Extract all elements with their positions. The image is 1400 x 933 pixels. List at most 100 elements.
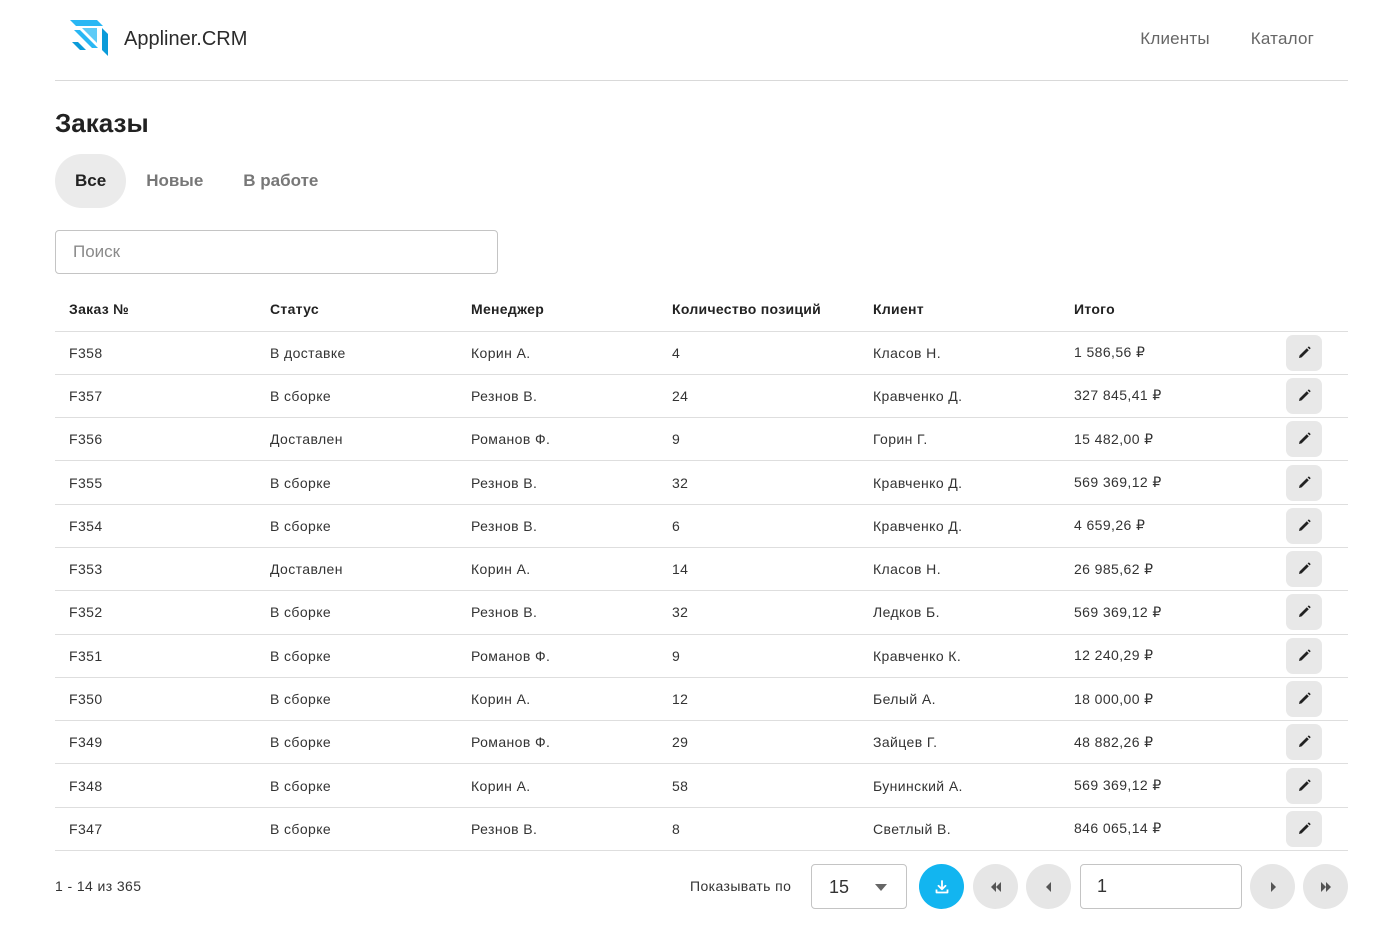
cell-order-number: F351 (55, 634, 256, 678)
cell-client: Зайцев Г. (859, 720, 1060, 765)
edit-button[interactable] (1286, 464, 1322, 501)
edit-button[interactable] (1286, 377, 1322, 414)
table-row[interactable]: F355 В сборке Резнов В. 32 Кравченко Д. 569 3… (55, 460, 1348, 505)
cell-order-number: F349 (55, 720, 256, 765)
cell-client: Белый А. (859, 677, 1060, 722)
table-row[interactable]: F347 В сборке Резнов В. 8 Светлый В. 846 065,… (55, 807, 1348, 852)
edit-button[interactable] (1286, 551, 1322, 588)
tab-new[interactable]: Новые (126, 154, 223, 208)
edit-button[interactable] (1286, 594, 1322, 631)
cell-status: В сборке (256, 504, 457, 548)
table-row[interactable]: F352 В сборке Резнов В. 32 Ледков Б. 569 369,… (55, 590, 1348, 635)
search-input[interactable] (55, 230, 498, 274)
edit-button[interactable] (1286, 637, 1322, 674)
pencil-icon (1299, 779, 1311, 791)
cell-manager: Корин А. (457, 331, 658, 375)
tab-all[interactable]: Все (55, 154, 127, 208)
cell-status: В сборке (256, 460, 457, 505)
per-page-select[interactable]: 15 (811, 864, 907, 909)
pencil-icon (1299, 649, 1311, 661)
pencil-icon (1299, 475, 1311, 488)
cell-manager: Корин А. (457, 677, 658, 722)
nav-item-clients[interactable]: Клиенты (1140, 29, 1210, 49)
cell-items-count: 24 (658, 374, 859, 419)
cell-items-count: 9 (658, 634, 859, 678)
cell-total: 569 369,12 ₽ (1060, 590, 1261, 635)
cell-order-number: F356 (55, 417, 256, 462)
cell-items-count: 14 (658, 547, 859, 592)
column-header-client[interactable]: Клиент (859, 288, 1060, 332)
cell-total: 4 659,26 ₽ (1060, 504, 1261, 548)
cell-actions (1261, 547, 1348, 592)
per-page-label: Показывать по (690, 878, 792, 894)
download-button[interactable] (919, 864, 964, 909)
page-number-input[interactable] (1080, 864, 1242, 909)
cell-status: Доставлен (256, 417, 457, 462)
double-chevron-right-icon (1320, 881, 1331, 892)
column-header-items-count[interactable]: Количество позиций (658, 288, 859, 332)
cell-items-count: 8 (658, 807, 859, 852)
table-row[interactable]: F351 В сборке Романов Ф. 9 Кравченко К. 12 24… (55, 634, 1348, 678)
cell-manager: Резнов В. (457, 590, 658, 635)
last-page-button[interactable] (1303, 864, 1348, 909)
cell-actions (1261, 374, 1348, 419)
cell-actions (1261, 807, 1348, 852)
cell-total: 327 845,41 ₽ (1060, 374, 1261, 419)
cell-total: 48 882,26 ₽ (1060, 720, 1261, 765)
cell-client: Кравченко Д. (859, 374, 1060, 419)
next-page-button[interactable] (1250, 864, 1295, 909)
cell-items-count: 12 (658, 677, 859, 722)
edit-button[interactable] (1286, 507, 1322, 544)
edit-button[interactable] (1286, 334, 1322, 371)
table-row[interactable]: F358 В доставке Корин А. 4 Класов Н. 1 586,56… (55, 331, 1348, 375)
first-page-button[interactable] (973, 864, 1018, 909)
column-header-status[interactable]: Статус (256, 288, 457, 332)
table-row[interactable]: F357 В сборке Резнов В. 24 Кравченко Д. 327 8… (55, 374, 1348, 419)
table-row[interactable]: F353 Доставлен Корин А. 14 Класов Н. 26 985,6… (55, 547, 1348, 592)
tab-in-progress[interactable]: В работе (223, 154, 338, 208)
table-row[interactable]: F349 В сборке Романов Ф. 29 Зайцев Г. 48 882,… (55, 720, 1348, 765)
cell-client: Класов Н. (859, 331, 1060, 375)
pencil-icon (1299, 432, 1311, 445)
cell-manager: Романов Ф. (457, 417, 658, 462)
cell-total: 846 065,14 ₽ (1060, 807, 1261, 852)
table-row[interactable]: F348 В сборке Корин А. 58 Бунинский А. 569 36… (55, 763, 1348, 808)
status-tabs: Все Новые В работе (55, 154, 338, 208)
cell-order-number: F354 (55, 504, 256, 548)
edit-button[interactable] (1286, 681, 1322, 718)
table-header-row: Заказ № Статус Менеджер Количество позиц… (55, 288, 1348, 332)
column-header-manager[interactable]: Менеджер (457, 288, 658, 332)
cell-client: Кравченко К. (859, 634, 1060, 678)
table-row[interactable]: F350 В сборке Корин А. 12 Белый А. 18 000,00 … (55, 677, 1348, 722)
cell-actions (1261, 720, 1348, 765)
table-row[interactable]: F356 Доставлен Романов Ф. 9 Горин Г. 15 482,0… (55, 417, 1348, 462)
cell-status: В доставке (256, 331, 457, 375)
cell-actions (1261, 677, 1348, 722)
cell-manager: Резнов В. (457, 504, 658, 548)
cell-client: Бунинский А. (859, 763, 1060, 808)
cell-manager: Романов Ф. (457, 634, 658, 678)
cell-client: Светлый В. (859, 807, 1060, 852)
edit-button[interactable] (1286, 810, 1322, 847)
pencil-icon (1299, 692, 1311, 705)
nav-item-catalog[interactable]: Каталог (1251, 29, 1314, 49)
prev-page-button[interactable] (1026, 864, 1071, 909)
edit-button[interactable] (1286, 724, 1322, 761)
column-header-order-number[interactable]: Заказ № (55, 288, 256, 332)
pencil-icon (1299, 389, 1311, 401)
table-row[interactable]: F354 В сборке Резнов В. 6 Кравченко Д. 4 659,… (55, 504, 1348, 548)
appliner-logo[interactable] (70, 20, 108, 56)
cell-manager: Романов Ф. (457, 720, 658, 765)
edit-button[interactable] (1286, 767, 1322, 804)
cell-status: В сборке (256, 590, 457, 635)
cell-actions (1261, 763, 1348, 808)
column-header-total[interactable]: Итого (1060, 288, 1261, 332)
cell-status: В сборке (256, 677, 457, 722)
cell-total: 12 240,29 ₽ (1060, 634, 1261, 678)
cell-total: 569 369,12 ₽ (1060, 763, 1261, 808)
cell-total: 569 369,12 ₽ (1060, 460, 1261, 505)
app-header: Appliner.CRM Клиенты Каталог (55, 0, 1348, 81)
cell-client: Горин Г. (859, 417, 1060, 462)
cell-order-number: F355 (55, 460, 256, 505)
edit-button[interactable] (1286, 421, 1322, 458)
